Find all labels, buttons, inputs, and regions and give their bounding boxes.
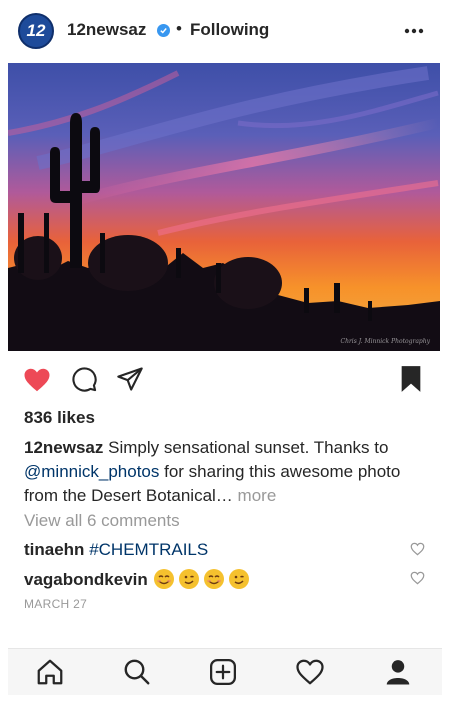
post-date: MARCH 27: [24, 597, 88, 611]
comment-like-heart-icon[interactable]: [410, 571, 425, 585]
bookmark-icon[interactable]: [399, 365, 429, 395]
verified-badge-icon: [157, 24, 170, 37]
avatar-logo-text: 12: [26, 21, 46, 40]
caption-mention-link[interactable]: @minnick_photos: [24, 462, 159, 481]
profile-icon[interactable]: [383, 657, 413, 687]
home-icon[interactable]: [35, 657, 65, 687]
smiling-face-emoji-icon: [203, 569, 224, 589]
separator-dot: •: [176, 19, 182, 38]
more-options-icon[interactable]: [403, 22, 425, 40]
avatar[interactable]: 12: [18, 13, 54, 49]
bottom-tab-bar: [8, 648, 442, 695]
post-header: 12 12newsaz • Following: [0, 0, 450, 62]
comment-username[interactable]: tinaehn: [24, 540, 84, 559]
comment-username[interactable]: vagabondkevin: [24, 570, 148, 589]
caption-text: Simply sensational sunset. Thanks to: [103, 438, 389, 457]
comment-row: vagabondkevin: [24, 568, 414, 590]
photo-watermark: Chris J. Minnick Photography: [340, 338, 430, 345]
post-username[interactable]: 12newsaz: [67, 20, 146, 40]
heart-filled-icon[interactable]: [22, 365, 52, 395]
smiling-face-emoji-icon: [153, 569, 174, 589]
post-caption: 12newsaz Simply sensational sunset. Than…: [24, 436, 424, 508]
new-post-icon[interactable]: [208, 657, 238, 687]
post-action-bar: [0, 365, 450, 395]
winking-face-emoji-icon: [178, 569, 199, 589]
comment-icon[interactable]: [70, 365, 100, 395]
search-icon[interactable]: [122, 657, 152, 687]
sunset-cactus-image: [8, 63, 440, 351]
comment-row: tinaehn #CHEMTRAILS: [24, 540, 414, 560]
comment-like-heart-icon[interactable]: [410, 542, 425, 556]
view-all-comments-link[interactable]: View all 6 comments: [24, 511, 180, 531]
winking-face-emoji-icon: [228, 569, 249, 589]
caption-more-link[interactable]: more: [233, 486, 277, 505]
caption-username[interactable]: 12newsaz: [24, 438, 103, 457]
share-icon[interactable]: [116, 365, 146, 395]
post-photo[interactable]: Chris J. Minnick Photography: [8, 63, 440, 351]
likes-count[interactable]: 836 likes: [24, 408, 95, 428]
following-button[interactable]: Following: [190, 20, 269, 40]
comment-hashtag-link[interactable]: #CHEMTRAILS: [89, 540, 208, 559]
activity-icon[interactable]: [295, 657, 325, 687]
